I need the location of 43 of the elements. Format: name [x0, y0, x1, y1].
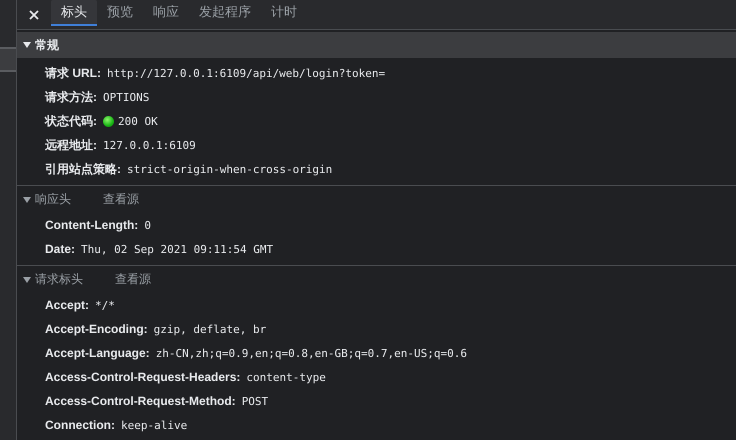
header-value: gzip, deflate, br [154, 322, 266, 336]
header-value: http://127.0.0.1:6109/api/web/login?token= [107, 66, 386, 80]
header-name: Access-Control-Request-Method: [45, 394, 236, 408]
section-header[interactable]: 常规 [17, 32, 736, 58]
section-title: 常规 [35, 36, 59, 54]
status-dot-icon [103, 116, 114, 126]
header-name: 请求方法: [45, 88, 97, 106]
header-name: Connection: [45, 418, 115, 432]
header-value: strict-origin-when-cross-origin [127, 162, 332, 176]
header-name: 远程地址: [45, 136, 97, 154]
header-value: */* [95, 298, 115, 312]
header-value: keep-alive [121, 418, 188, 432]
header-name: 状态代码: [45, 112, 97, 130]
section-title: 请求标头 [35, 271, 83, 288]
header-name: Access-Control-Request-Headers: [45, 370, 240, 384]
header-name: 请求 URL: [45, 64, 101, 82]
expanded-triangle-icon[interactable] [23, 276, 32, 282]
header-name: Accept-Language: [45, 346, 150, 360]
header-value: Thu, 02 Sep 2021 09:11:54 GMT [81, 242, 274, 256]
view-source-link[interactable]: 查看源 [115, 271, 151, 288]
header-value: POST [242, 394, 268, 408]
tab[interactable]: 计时 [261, 0, 307, 26]
header-name: 引用站点策略: [45, 160, 121, 178]
section-header[interactable]: 请求标头 查看源 [17, 266, 736, 293]
tab[interactable]: 发起程序 [189, 0, 261, 26]
header-value: OPTIONS [103, 90, 150, 104]
header-name: Accept-Encoding: [45, 322, 148, 336]
header-value: 0 [144, 218, 151, 232]
header-name: Content-Length: [45, 218, 138, 232]
expanded-triangle-icon[interactable] [23, 196, 32, 202]
view-source-link[interactable]: 查看源 [103, 191, 139, 208]
tab[interactable]: 响应 [143, 0, 189, 26]
section-header[interactable]: 响应头 查看源 [17, 186, 736, 213]
tab[interactable]: 标头 [51, 0, 97, 26]
header-name: Date: [45, 242, 76, 256]
header-value: 127.0.0.1:6109 [103, 138, 196, 152]
header-value: content-type [246, 370, 326, 384]
tab[interactable]: 预览 [97, 0, 143, 26]
header-value: zh-CN,zh;q=0.9,en;q=0.8,en-GB;q=0.7,en-US;q=0.6 [156, 346, 467, 360]
header-name: Accept: [45, 298, 90, 312]
expanded-triangle-icon[interactable] [23, 42, 32, 48]
header-value: 200 OK [118, 114, 158, 128]
section-title: 响应头 [35, 191, 71, 208]
